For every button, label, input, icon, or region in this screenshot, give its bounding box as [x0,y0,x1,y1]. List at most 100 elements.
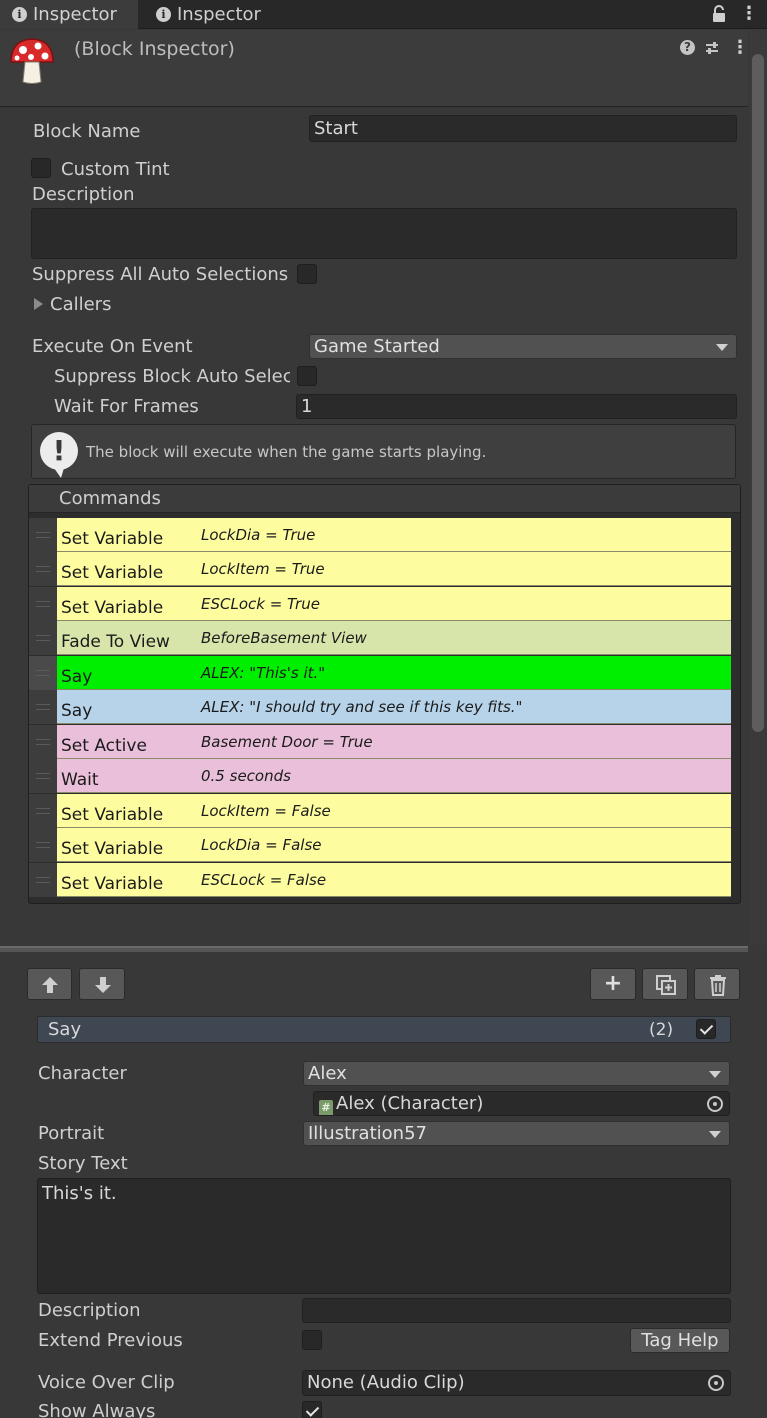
component-menu-icon[interactable]: ⋮ [731,39,749,57]
portrait-label: Portrait [38,1123,105,1144]
drag-handle-area[interactable] [29,552,57,586]
wait-frames-label: Wait For Frames [54,396,199,417]
lock-icon[interactable] [712,5,726,23]
callers-foldout-arrow-icon[interactable] [34,298,43,310]
character-dropdown[interactable]: Alex [303,1061,730,1086]
command-row[interactable]: Set Variable LockItem = True [57,552,731,586]
command-summary: LockDia = False [201,836,322,854]
command-row[interactable]: Set Active Basement Door = True [57,725,731,759]
drag-handle-area[interactable] [29,828,57,862]
object-value: Alex (Character) [336,1093,484,1114]
duplicate-icon [656,975,676,995]
move-up-button[interactable] [27,968,72,1000]
suppress-block-label: Suppress Block Auto Selec [54,366,290,387]
presets-icon[interactable] [704,40,720,56]
say-description-input[interactable] [302,1298,731,1323]
drag-handle-area[interactable] [29,621,57,655]
command-summary: LockItem = False [201,802,331,820]
command-name: Set Variable [61,598,164,618]
command-row[interactable]: Say ALEX: "This's it." [57,656,731,690]
suppress-all-checkbox[interactable] [297,264,317,284]
add-command-button[interactable]: + [590,968,636,1000]
command-row[interactable]: Say ALEX: "I should try and see if this k… [57,690,731,724]
character-object-field[interactable]: # Alex (Character) [313,1091,730,1116]
drag-handle-icon [36,566,50,572]
command-row[interactable]: Set Variable LockDia = False [57,828,731,862]
custom-tint-checkbox[interactable] [31,158,51,178]
drag-handle-area[interactable] [29,725,57,759]
tab-inspector-2[interactable]: i Inspector [144,0,274,29]
drag-handle-icon [36,532,50,538]
trash-icon [710,975,726,996]
dropdown-value: Game Started [314,336,440,357]
delete-command-button[interactable] [694,968,740,1000]
drag-handle-icon [36,808,50,814]
drag-handle-area[interactable] [29,690,57,724]
custom-tint-label: Custom Tint [61,159,170,180]
command-row[interactable]: Fade To View BeforeBasement View [57,621,731,655]
mushroom-icon [10,38,54,84]
tab-menu-icon[interactable]: ⋮ [740,5,758,23]
execute-on-event-label: Execute On Event [32,336,193,357]
help-box: ! The block will execute when the game s… [31,424,736,479]
voice-over-field[interactable]: None (Audio Clip) [302,1370,731,1396]
wait-frames-input[interactable]: 1 [296,394,737,419]
description-textarea[interactable] [31,208,737,259]
say-command-header: Say (2) [37,1016,731,1043]
duplicate-command-button[interactable] [642,968,688,1000]
extend-previous-checkbox[interactable] [302,1330,322,1350]
command-summary: BeforeBasement View [201,629,367,647]
dropdown-value: Alex [308,1063,347,1084]
show-always-checkbox[interactable] [302,1401,322,1418]
suppress-all-label: Suppress All Auto Selections [32,264,289,285]
say-command-title: Say [48,1019,82,1040]
command-index: (2) [649,1020,674,1040]
dropdown-value: Illustration57 [308,1123,427,1144]
drag-handle-area[interactable] [29,759,57,793]
object-picker-icon[interactable] [707,1095,723,1112]
command-name: Set Active [61,736,147,756]
info-icon: i [156,7,171,22]
command-name: Say [61,667,93,687]
description-label: Description [32,184,135,205]
command-row[interactable]: Set Variable ESCLock = True [57,587,731,621]
suppress-block-checkbox[interactable] [297,366,317,386]
command-name: Set Variable [61,563,164,583]
scrollbar-thumb[interactable] [752,54,764,732]
command-enabled-checkbox[interactable] [696,1019,716,1039]
split-divider[interactable] [0,946,748,952]
drag-handle-area[interactable] [29,863,57,897]
command-name: Set Variable [61,529,164,549]
move-down-button[interactable] [79,968,125,1000]
command-row[interactable]: Set Variable ESCLock = False [57,863,731,897]
command-row[interactable]: Set Variable LockItem = False [57,794,731,828]
tab-label: Inspector [177,4,261,25]
command-summary: ALEX: "This's it." [201,664,326,682]
block-name-label: Block Name [33,121,141,142]
callers-foldout[interactable]: Callers [50,294,111,315]
command-row[interactable]: Wait 0.5 seconds [57,759,731,793]
object-picker-icon[interactable] [708,1375,724,1391]
command-name: Set Variable [61,805,164,825]
block-name-input[interactable]: Start [309,115,737,142]
show-always-label: Show Always [38,1401,156,1418]
drag-handle-area[interactable] [29,656,57,690]
command-row[interactable]: Set Variable LockDia = True [57,518,731,552]
story-text-area[interactable]: This's it. [37,1178,731,1294]
tab-inspector-1[interactable]: i Inspector [0,0,138,29]
command-summary: LockDia = True [201,526,316,544]
commands-header: Commands [29,485,740,513]
drag-handle-area[interactable] [29,518,57,552]
help-icon[interactable]: ? [680,40,695,55]
tab-bar: i Inspector i Inspector ⋮ [0,0,767,29]
portrait-dropdown[interactable]: Illustration57 [303,1121,730,1146]
page-title: (Block Inspector) [74,38,235,60]
command-name: Wait [61,770,99,790]
drag-handle-area[interactable] [29,794,57,828]
command-name: Set Variable [61,874,164,894]
drag-handle-icon [36,842,50,848]
tag-help-button[interactable]: Tag Help [630,1328,730,1353]
extend-previous-label: Extend Previous [38,1330,183,1351]
drag-handle-area[interactable] [29,587,57,621]
execute-on-event-dropdown[interactable]: Game Started [309,334,737,359]
